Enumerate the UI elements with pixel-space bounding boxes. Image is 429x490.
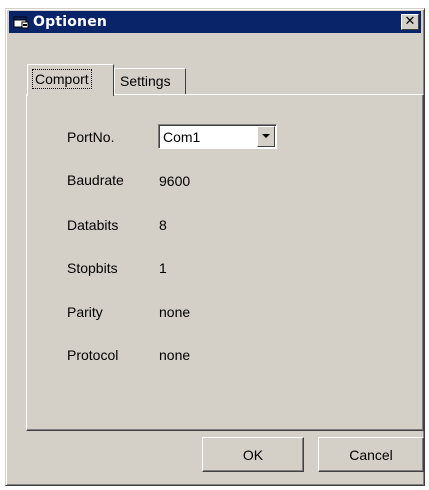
chevron-down-icon: [262, 134, 270, 138]
window-title: Optionen: [33, 14, 108, 30]
databits-value: 8: [159, 217, 167, 233]
portno-selected-value: Com1: [163, 129, 201, 145]
stopbits-value: 1: [159, 260, 167, 276]
parity-value: none: [159, 304, 191, 320]
comport-tab-panel: PortNo. Com1 Baudrate 9600 Databits 8 St…: [26, 94, 424, 431]
tab-comport-label: Comport: [32, 69, 92, 89]
parity-label: Parity: [67, 304, 103, 320]
protocol-label: Protocol: [67, 347, 119, 363]
tab-comport[interactable]: Comport: [27, 64, 114, 96]
baudrate-value: 9600: [159, 173, 191, 189]
baudrate-label: Baudrate: [67, 172, 124, 188]
close-icon: ✕: [404, 14, 416, 29]
tab-settings-label: Settings: [120, 73, 171, 89]
ok-button[interactable]: OK: [202, 437, 304, 472]
options-dialog: Optionen ✕ Comport Settings PortNo. Com1…: [5, 8, 425, 486]
title-bar[interactable]: Optionen ✕: [9, 11, 421, 33]
app-window-icon: [13, 16, 29, 29]
portno-label: PortNo.: [67, 129, 115, 145]
protocol-value: none: [159, 347, 191, 363]
cancel-button[interactable]: Cancel: [318, 437, 424, 472]
databits-label: Databits: [67, 217, 119, 233]
stopbits-label: Stopbits: [67, 260, 118, 276]
portno-select[interactable]: Com1: [158, 124, 277, 149]
tab-settings[interactable]: Settings: [114, 68, 186, 95]
close-button[interactable]: ✕: [401, 14, 419, 30]
portno-dropdown-button[interactable]: [257, 126, 275, 147]
